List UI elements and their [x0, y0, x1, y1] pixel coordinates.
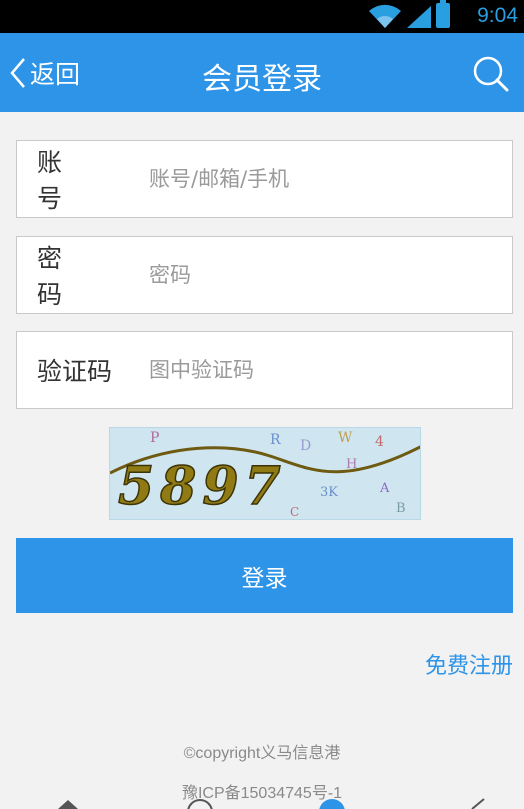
- account-field: 账 号: [16, 140, 513, 218]
- status-bar: 9:04: [0, 0, 524, 33]
- captcha-image[interactable]: P R D W 4 H 3K A B C 5897: [109, 427, 421, 520]
- back-label: 返回: [30, 60, 81, 89]
- svg-text:P: P: [150, 430, 159, 446]
- register-link[interactable]: 免费注册: [425, 648, 513, 680]
- search-icon[interactable]: [470, 53, 510, 93]
- svg-text:A: A: [379, 481, 390, 496]
- captcha-input[interactable]: [135, 350, 475, 390]
- password-input[interactable]: [135, 255, 475, 295]
- svg-text:C: C: [290, 505, 299, 519]
- back-button[interactable]: 返回: [10, 53, 80, 93]
- svg-text:D: D: [300, 438, 311, 454]
- account-input[interactable]: [135, 159, 475, 199]
- captcha-label: 验证码: [37, 357, 113, 386]
- password-label: 密 码: [37, 244, 77, 309]
- account-label: 账 号: [37, 148, 77, 213]
- login-button[interactable]: 登录: [16, 538, 513, 613]
- captcha-field: 验证码: [16, 331, 513, 409]
- header-bar: 返回 会员登录: [0, 33, 524, 112]
- battery-icon: [436, 0, 450, 28]
- status-time: 9:04: [477, 4, 518, 27]
- back-chevron-icon: [10, 58, 25, 88]
- captcha-text: 5897: [118, 456, 287, 517]
- signal-icon: [407, 6, 431, 28]
- svg-text:3K: 3K: [320, 485, 338, 500]
- copyright-text: ©copyright义马信息港: [183, 745, 341, 762]
- home-icon[interactable]: [56, 798, 80, 809]
- circle-icon[interactable]: [186, 798, 214, 809]
- svg-text:R: R: [270, 432, 281, 448]
- svg-text:B: B: [396, 501, 406, 516]
- user-icon[interactable]: [318, 798, 346, 809]
- edit-icon[interactable]: [468, 798, 488, 809]
- svg-text:4: 4: [375, 434, 384, 450]
- svg-text:W: W: [338, 430, 353, 446]
- wifi-icon: [369, 4, 401, 28]
- password-field: 密 码: [16, 236, 513, 314]
- bottom-nav: [0, 798, 524, 809]
